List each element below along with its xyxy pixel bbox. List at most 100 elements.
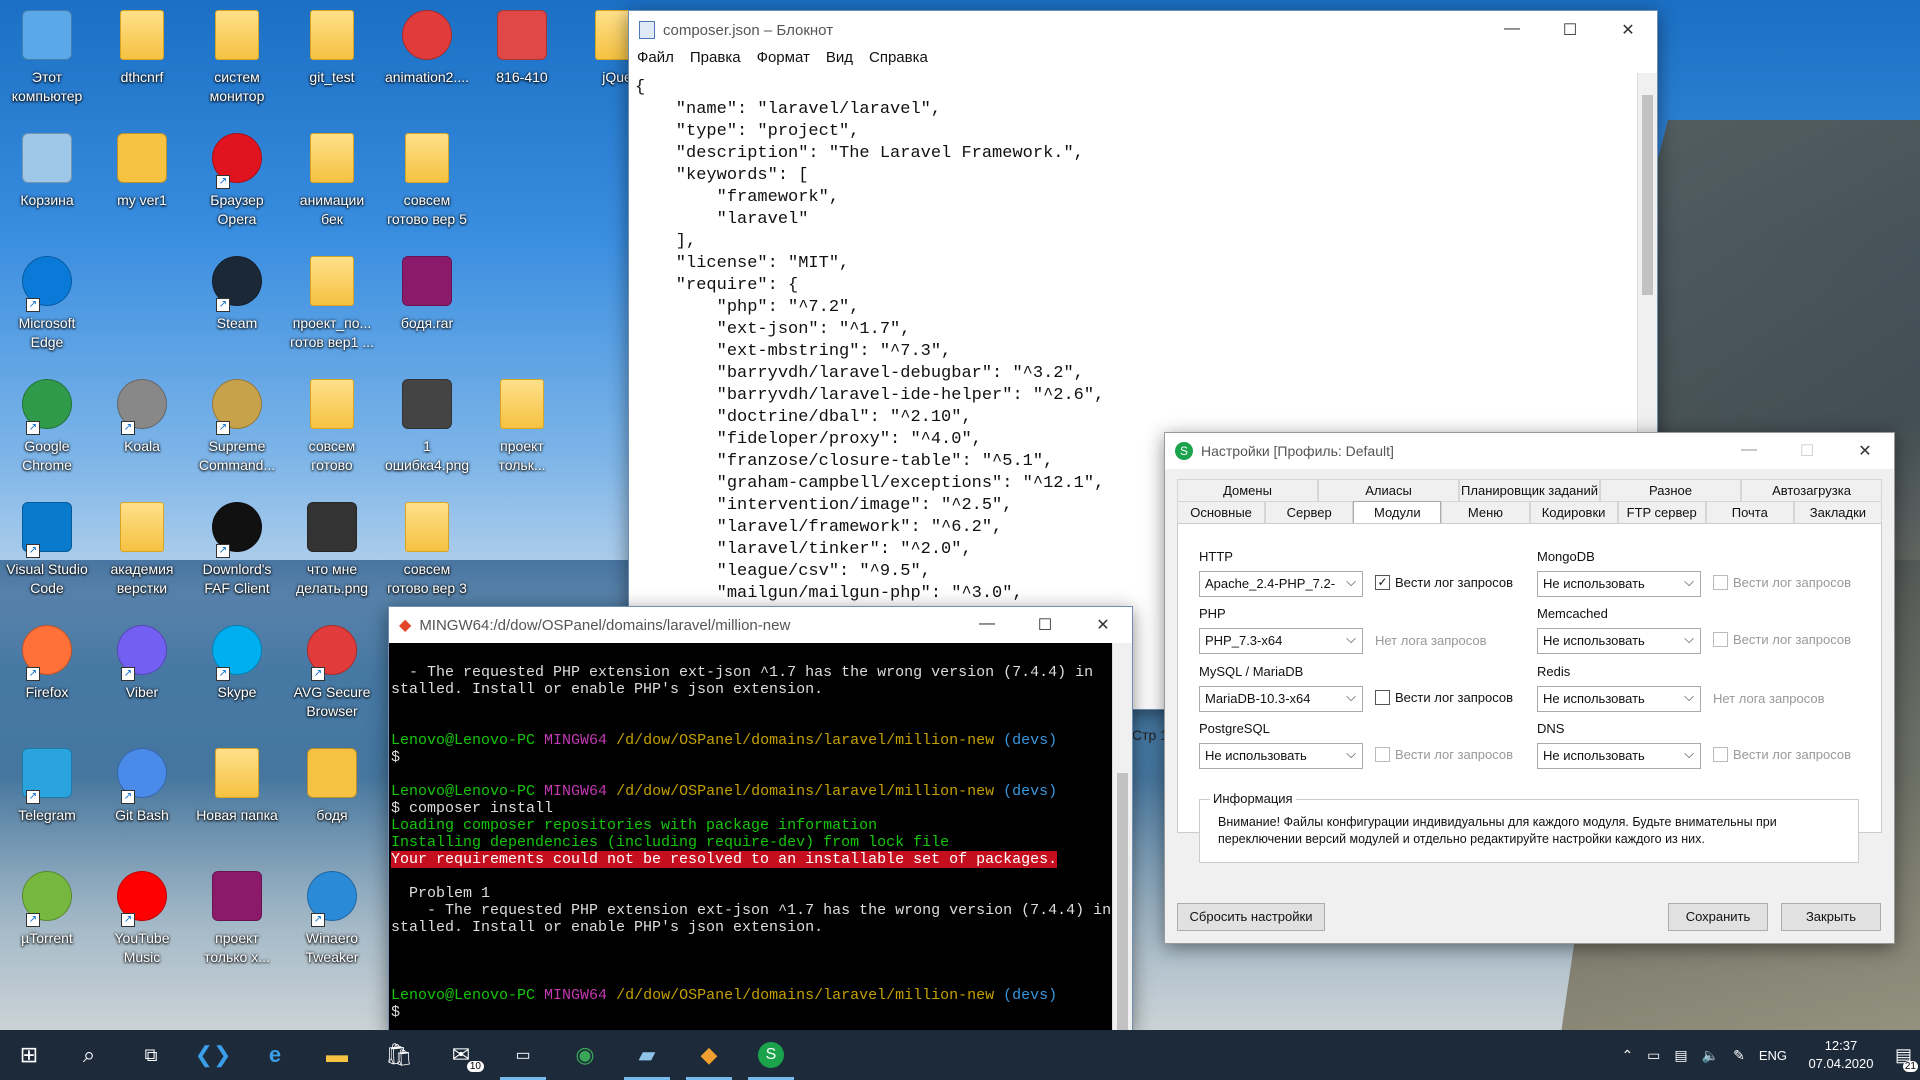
terminal-scrollbar[interactable] — [1112, 643, 1132, 1033]
minimize-button[interactable]: — — [958, 615, 1016, 635]
close-settings-button[interactable]: Закрыть — [1781, 903, 1881, 931]
memcached-select[interactable]: Не использовать — [1537, 627, 1701, 654]
start-button[interactable]: ⊞ — [0, 1030, 58, 1080]
settings-tab[interactable]: Модули — [1353, 501, 1442, 523]
minimize-button[interactable]: — — [1720, 441, 1778, 461]
close-button[interactable]: ✕ — [1599, 20, 1657, 40]
task-view-icon[interactable]: ⧉ — [120, 1030, 182, 1080]
volume-icon[interactable]: 🔈 — [1702, 1047, 1719, 1064]
maximize-button[interactable]: ☐ — [1016, 615, 1074, 635]
clock[interactable]: 12:37 07.04.2020 — [1801, 1037, 1881, 1073]
mongodb-log-checkbox[interactable]: Вести лог запросов — [1713, 575, 1851, 590]
desktop-icon[interactable]: проект только х... — [192, 869, 282, 967]
maximize-button[interactable]: ☐ — [1541, 20, 1599, 40]
dns-select[interactable]: Не использовать — [1537, 742, 1701, 769]
minimize-button[interactable]: — — [1483, 20, 1541, 40]
desktop-icon[interactable]: бодя — [287, 746, 377, 825]
desktop-icon[interactable]: ↗ Skype — [192, 623, 282, 702]
settings-tab[interactable]: Кодировки — [1529, 501, 1618, 523]
desktop-icon[interactable]: совсем готово вер 3 — [382, 500, 472, 598]
desktop-icon[interactable]: что мне делать.png — [287, 500, 377, 598]
desktop-icon[interactable]: ↗ Viber — [97, 623, 187, 702]
desktop-icon[interactable]: совсем готово — [287, 377, 377, 475]
desktop-icon[interactable]: 1 ошибка4.png — [382, 377, 472, 475]
desktop-icon[interactable]: my ver1 — [97, 131, 187, 210]
menu-edit[interactable]: Правка — [690, 49, 741, 73]
desktop-icon[interactable]: ↗ Telegram — [2, 746, 92, 825]
settings-tab[interactable]: Меню — [1441, 501, 1530, 523]
settings-tab[interactable]: Алиасы — [1318, 479, 1459, 501]
desktop-icon[interactable]: ↗ Firefox — [2, 623, 92, 702]
chrome-taskbar-icon[interactable]: ◉ — [554, 1030, 616, 1080]
desktop-icon[interactable]: ↗ µTorrent — [2, 869, 92, 948]
http-log-checkbox[interactable]: ✓ Вести лог запросов — [1375, 575, 1513, 590]
tray-overflow-icon[interactable]: ⌃ — [1621, 1047, 1633, 1064]
postgresql-select[interactable]: Не использовать — [1199, 742, 1363, 769]
desktop-icon[interactable]: ↗ Downlord's FAF Client — [192, 500, 282, 598]
settings-tab[interactable]: Закладки — [1793, 501, 1882, 523]
desktop-icon[interactable]: ↗ Браузер Opera — [192, 131, 282, 229]
battery-icon[interactable]: ▭ — [1647, 1047, 1660, 1064]
maximize-button[interactable]: ☐ — [1778, 441, 1836, 461]
desktop-icon[interactable]: ↗ Git Bash — [97, 746, 187, 825]
settings-window[interactable]: S Настройки [Профиль: Default] — ☐ ✕ Дом… — [1164, 432, 1895, 944]
store-icon[interactable]: 🛍 — [368, 1030, 430, 1080]
desktop-icon[interactable]: Этот компьютер — [2, 8, 92, 106]
save-button[interactable]: Сохранить — [1668, 903, 1768, 931]
scrollbar-thumb[interactable] — [1642, 95, 1653, 295]
mail-icon[interactable]: ✉ 10 — [430, 1030, 492, 1080]
desktop-icon[interactable]: анимации бек — [287, 131, 377, 229]
notepad-titlebar[interactable]: composer.json – Блокнот — ☐ ✕ — [629, 11, 1657, 49]
postgresql-log-checkbox[interactable]: Вести лог запросов — [1375, 747, 1513, 762]
mysql-log-checkbox[interactable]: Вести лог запросов — [1375, 690, 1513, 705]
close-button[interactable]: ✕ — [1836, 441, 1894, 461]
language-indicator[interactable]: ENG — [1759, 1048, 1787, 1063]
desktop-icon[interactable]: git_test — [287, 8, 377, 87]
settings-tab[interactable]: Домены — [1177, 479, 1318, 501]
reset-settings-button[interactable]: Сбросить настройки — [1177, 903, 1325, 931]
desktop-icon[interactable]: ↗ Supreme Command... — [192, 377, 282, 475]
desktop-icon[interactable]: проект_по... готов вер1 ... — [287, 254, 377, 352]
settings-titlebar[interactable]: S Настройки [Профиль: Default] — ☐ ✕ — [1165, 433, 1894, 469]
memcached-log-checkbox[interactable]: Вести лог запросов — [1713, 632, 1851, 647]
desktop-icon[interactable]: ↗ Koala — [97, 377, 187, 456]
scrollbar-thumb[interactable] — [1117, 773, 1128, 1033]
terminal-taskbar-icon[interactable]: ▭ — [492, 1030, 554, 1080]
http-select[interactable]: Apache_2.4-PHP_7.2- — [1199, 570, 1363, 597]
settings-tab[interactable]: Разное — [1600, 479, 1741, 501]
menu-help[interactable]: Справка — [869, 49, 928, 73]
desktop-icon[interactable]: систем монитор — [192, 8, 282, 106]
desktop-icon[interactable]: ↗ AVG Secure Browser — [287, 623, 377, 721]
desktop-icon[interactable]: бодя.rar — [382, 254, 472, 333]
desktop-icon[interactable]: dthcnrf — [97, 8, 187, 87]
pen-icon[interactable]: ✎ — [1733, 1047, 1745, 1064]
redis-select[interactable]: Не использовать — [1537, 685, 1701, 712]
vscode-taskbar-icon[interactable]: ❮❯ — [182, 1030, 244, 1080]
terminal-titlebar[interactable]: ◆ MINGW64:/d/dow/OSPanel/domains/laravel… — [389, 607, 1132, 643]
mysql-select[interactable]: MariaDB-10.3-x64 — [1199, 685, 1363, 712]
dns-log-checkbox[interactable]: Вести лог запросов — [1713, 747, 1851, 762]
settings-tab[interactable]: FTP сервер — [1617, 501, 1706, 523]
desktop-icon[interactable]: ↗ Winaero Tweaker — [287, 869, 377, 967]
network-icon[interactable]: ▤ — [1674, 1047, 1687, 1064]
terminal-output[interactable]: - The requested PHP extension ext-json ^… — [389, 643, 1112, 1031]
edge-taskbar-icon[interactable]: e — [244, 1030, 306, 1080]
php-select[interactable]: PHP_7.3-x64 — [1199, 627, 1363, 654]
settings-tab[interactable]: Планировщик заданий — [1459, 479, 1600, 501]
settings-tab[interactable]: Сервер — [1265, 501, 1354, 523]
desktop-icon[interactable]: animation2.... — [382, 8, 472, 87]
desktop-icon[interactable]: совсем готово вер 5 — [382, 131, 472, 229]
menu-view[interactable]: Вид — [826, 49, 853, 73]
settings-tab[interactable]: Автозагрузка — [1741, 479, 1882, 501]
close-button[interactable]: ✕ — [1074, 615, 1132, 635]
open-server-taskbar-icon[interactable]: S — [740, 1030, 802, 1080]
file-explorer-icon[interactable]: ▬ — [306, 1030, 368, 1080]
settings-tab[interactable]: Почта — [1705, 501, 1794, 523]
search-icon[interactable]: ⌕ — [58, 1030, 120, 1080]
desktop-icon[interactable]: академия верстки — [97, 500, 187, 598]
desktop-icon[interactable]: 816-410 — [477, 8, 567, 87]
desktop-icon[interactable]: ↗ Google Chrome — [2, 377, 92, 475]
desktop-icon[interactable]: ↗ Microsoft Edge — [2, 254, 92, 352]
menu-format[interactable]: Формат — [757, 49, 810, 73]
notepad-taskbar-icon[interactable]: ▰ — [616, 1030, 678, 1080]
